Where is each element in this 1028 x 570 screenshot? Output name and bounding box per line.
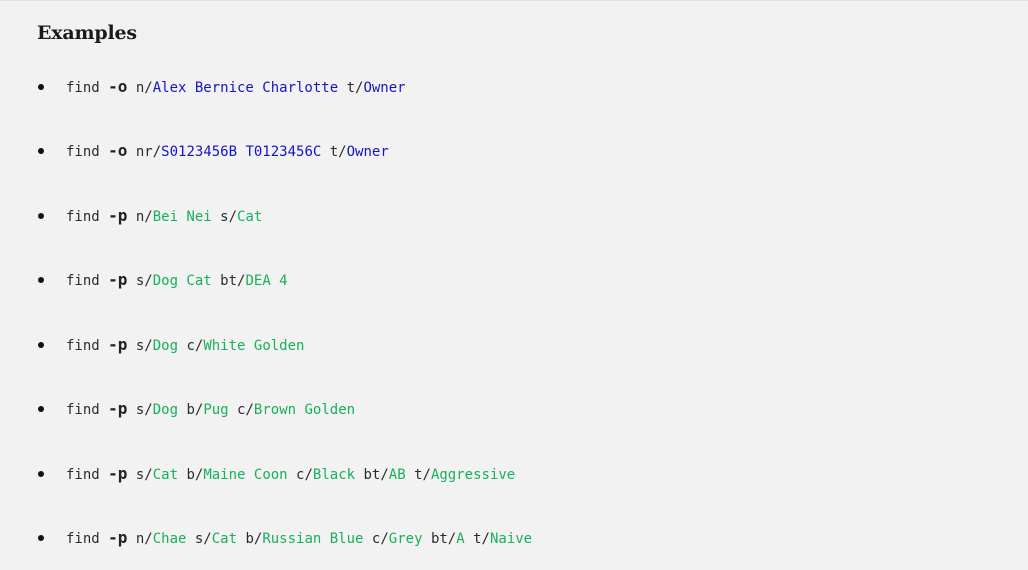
param-value: Dog: [152, 402, 179, 418]
param-value: DEA 4: [245, 273, 288, 289]
bullet-icon: [38, 84, 44, 90]
command-flag: -o: [108, 141, 128, 160]
command-example: find -p s/Cat b/Maine Coon c/Black bt/AB…: [66, 462, 515, 487]
command-example: find -p s/Dog Cat bt/DEA 4: [66, 268, 288, 293]
param-value: White Golden: [203, 338, 305, 354]
param-prefix: c/: [186, 338, 204, 354]
example-item: find -p s/Dog c/White Golden: [0, 333, 1000, 357]
param-value: Black: [312, 467, 356, 483]
command-example: find -p n/Bei Nei s/Cat: [66, 204, 262, 229]
command-example: find -o n/Alex Bernice Charlotte t/Owner: [66, 75, 406, 100]
param-prefix: t/: [414, 467, 431, 483]
param-value: Aggressive: [430, 467, 516, 483]
param-value: Naive: [489, 531, 533, 547]
command-name: find: [66, 402, 100, 418]
param-prefix: bt/: [363, 467, 389, 483]
param-prefix: nr/: [135, 144, 162, 160]
param-prefix: bt/: [430, 531, 457, 547]
param-prefix: bt/: [220, 273, 246, 289]
command-flag: -p: [108, 528, 128, 547]
param-value: Dog Cat: [152, 273, 212, 289]
param-value: Alex Bernice Charlotte: [152, 80, 339, 96]
command-example: find -p s/Dog b/Pug c/Brown Golden: [66, 397, 355, 422]
param-prefix: b/: [245, 531, 263, 547]
example-item: find -o nr/S0123456B T0123456C t/Owner: [0, 139, 1000, 163]
param-value: Cat: [211, 531, 238, 547]
param-prefix: c/: [371, 531, 389, 547]
param-prefix: s/: [135, 402, 153, 418]
param-prefix: s/: [135, 273, 153, 289]
command-name: find: [66, 209, 100, 225]
param-prefix: s/: [220, 209, 238, 225]
command-flag: -p: [108, 270, 128, 289]
examples-section: Examples find -o n/Alex Bernice Charlott…: [0, 0, 1028, 570]
param-value: Russian Blue: [262, 531, 364, 547]
param-prefix: n/: [135, 209, 153, 225]
command-flag: -o: [108, 77, 128, 96]
param-prefix: s/: [135, 338, 153, 354]
param-prefix: c/: [296, 467, 313, 483]
command-name: find: [66, 531, 100, 547]
param-value: Cat: [237, 209, 263, 225]
param-value: Grey: [388, 531, 423, 547]
command-flag: -p: [108, 399, 128, 418]
command-name: find: [66, 338, 100, 354]
bullet-icon: [38, 535, 44, 541]
bullet-icon: [38, 471, 44, 477]
command-name: find: [66, 273, 100, 289]
param-prefix: t/: [473, 531, 490, 547]
command-flag: -p: [108, 464, 128, 483]
param-prefix: s/: [135, 467, 153, 483]
command-example: find -o nr/S0123456B T0123456C t/Owner: [66, 139, 389, 164]
param-prefix: b/: [186, 467, 204, 483]
param-value: Pug: [203, 402, 229, 418]
param-prefix: n/: [135, 80, 153, 96]
param-value: Brown Golden: [253, 402, 356, 418]
bullet-icon: [38, 277, 44, 283]
section-heading: Examples: [37, 22, 137, 44]
command-flag: -p: [108, 335, 128, 354]
param-prefix: t/: [329, 144, 347, 160]
command-example: find -p n/Chae s/Cat b/Russian Blue c/Gr…: [66, 526, 532, 551]
param-prefix: n/: [135, 531, 153, 547]
param-value: S0123456B T0123456C: [161, 144, 322, 160]
bullet-icon: [38, 342, 44, 348]
param-prefix: s/: [194, 531, 212, 547]
param-value: Maine Coon: [203, 467, 288, 483]
example-item: find -p n/Chae s/Cat b/Russian Blue c/Gr…: [0, 526, 1000, 550]
param-value: Cat: [152, 467, 179, 483]
param-prefix: b/: [186, 402, 204, 418]
param-prefix: c/: [237, 402, 254, 418]
param-prefix: t/: [346, 80, 364, 96]
command-example: find -p s/Dog c/White Golden: [66, 333, 304, 358]
example-item: find -p s/Cat b/Maine Coon c/Black bt/AB…: [0, 462, 1000, 486]
example-item: find -o n/Alex Bernice Charlotte t/Owner: [0, 75, 1000, 99]
bullet-icon: [38, 148, 44, 154]
param-value: A: [456, 531, 465, 547]
param-value: Bei Nei: [152, 209, 212, 225]
example-item: find -p n/Bei Nei s/Cat: [0, 204, 1000, 228]
bullet-icon: [38, 406, 44, 412]
command-name: find: [66, 144, 100, 160]
param-value: Dog: [152, 338, 179, 354]
param-value: AB: [388, 467, 406, 483]
command-name: find: [66, 80, 100, 96]
param-value: Owner: [363, 80, 406, 96]
param-value: Chae: [152, 531, 187, 547]
example-item: find -p s/Dog Cat bt/DEA 4: [0, 268, 1000, 292]
command-name: find: [66, 467, 100, 483]
example-item: find -p s/Dog b/Pug c/Brown Golden: [0, 397, 1000, 421]
param-value: Owner: [346, 144, 389, 160]
command-flag: -p: [108, 206, 128, 225]
bullet-icon: [38, 213, 44, 219]
